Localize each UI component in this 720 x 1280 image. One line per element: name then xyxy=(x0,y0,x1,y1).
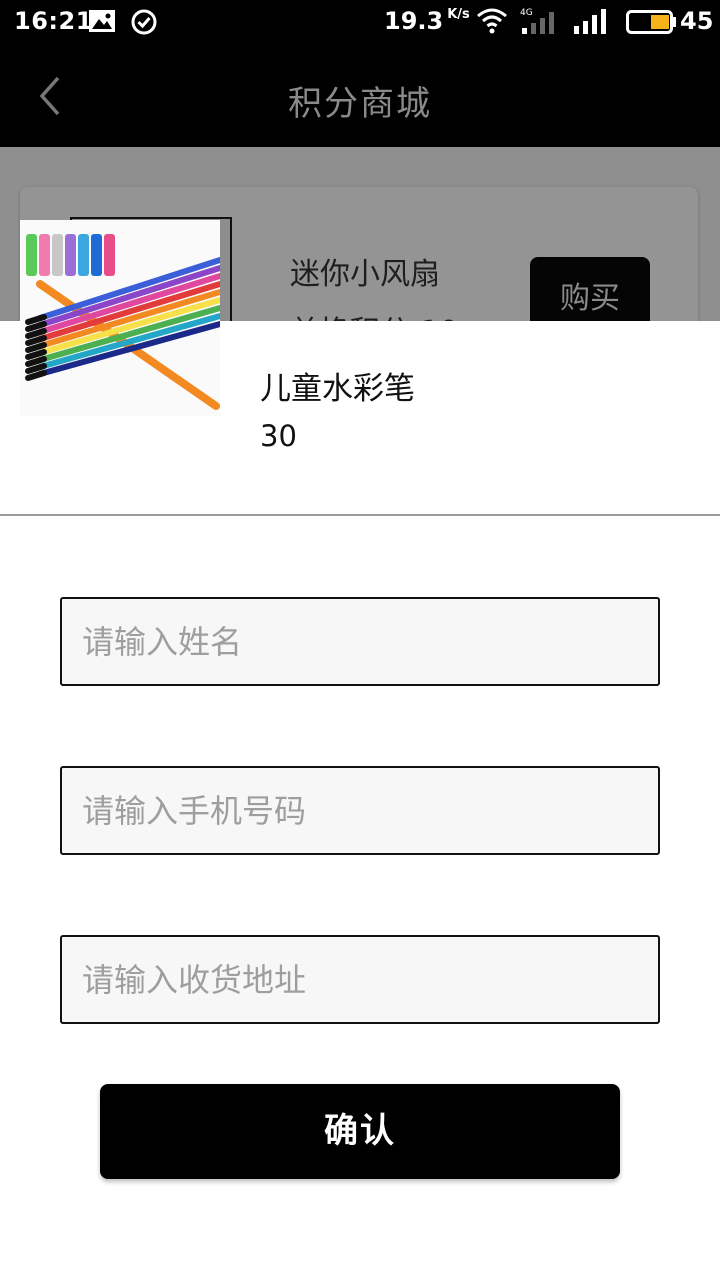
address-field[interactable] xyxy=(60,935,660,1024)
pen-cap xyxy=(26,234,37,276)
product-image xyxy=(20,220,220,416)
pens-photo xyxy=(20,220,220,416)
item-price: 兑换积分:10 xyxy=(290,307,458,321)
signal-4g-icon: 4G xyxy=(520,6,562,40)
network-type-label: 4G xyxy=(520,8,533,18)
divider xyxy=(0,514,720,516)
confirm-button[interactable]: 确认 xyxy=(100,1084,620,1179)
exchange-sheet: 儿童水彩笔 30 确认 xyxy=(0,220,720,1280)
net-speed-value: 19.3 xyxy=(384,7,444,35)
product-name: 儿童水彩笔 xyxy=(260,371,415,407)
battery-percent: 45 xyxy=(680,7,714,35)
status-time: 16:21 xyxy=(14,7,93,35)
net-speed-unit: K/s xyxy=(447,7,470,22)
check-circle-icon xyxy=(130,8,158,40)
net-speed: 19.3 K/s xyxy=(384,7,470,35)
buy-button[interactable]: 购买 xyxy=(530,257,650,321)
name-field[interactable] xyxy=(60,597,660,686)
signal-icon xyxy=(572,6,612,40)
pen-cap xyxy=(78,234,89,276)
pen-cap xyxy=(39,234,50,276)
pen-cap xyxy=(104,234,115,276)
pen-cap xyxy=(65,234,76,276)
address-input[interactable] xyxy=(62,937,658,1022)
phone-input[interactable] xyxy=(62,768,658,853)
phone-field[interactable] xyxy=(60,766,660,855)
pen-cap xyxy=(91,234,102,276)
wifi-icon xyxy=(476,6,508,40)
app-header: 积分商城 xyxy=(0,44,720,147)
product-price: 30 xyxy=(260,419,297,453)
battery-icon xyxy=(626,10,678,38)
name-input[interactable] xyxy=(62,599,658,684)
status-bar: 16:21 19.3 K/s 4G 45 xyxy=(0,0,720,44)
item-name: 迷你小风扇 xyxy=(290,257,440,292)
pen-cap xyxy=(52,234,63,276)
page-title: 积分商城 xyxy=(288,84,432,124)
image-icon xyxy=(88,8,116,38)
